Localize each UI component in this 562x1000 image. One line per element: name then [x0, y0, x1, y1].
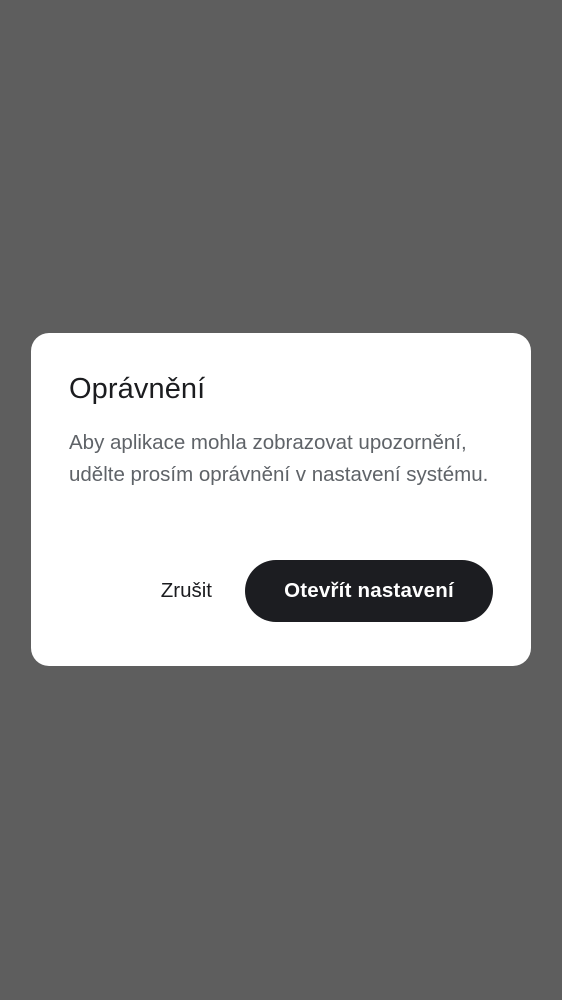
cancel-button[interactable]: Zrušit — [139, 560, 234, 622]
permission-dialog: Oprávnění Aby aplikace mohla zobrazovat … — [31, 333, 531, 666]
dialog-title: Oprávnění — [69, 373, 206, 405]
dialog-actions: Zrušit Otevřít nastavení — [139, 560, 493, 622]
dialog-message: Aby aplikace mohla zobrazovat upozornění… — [69, 431, 489, 486]
open-settings-button[interactable]: Otevřít nastavení — [245, 560, 493, 622]
